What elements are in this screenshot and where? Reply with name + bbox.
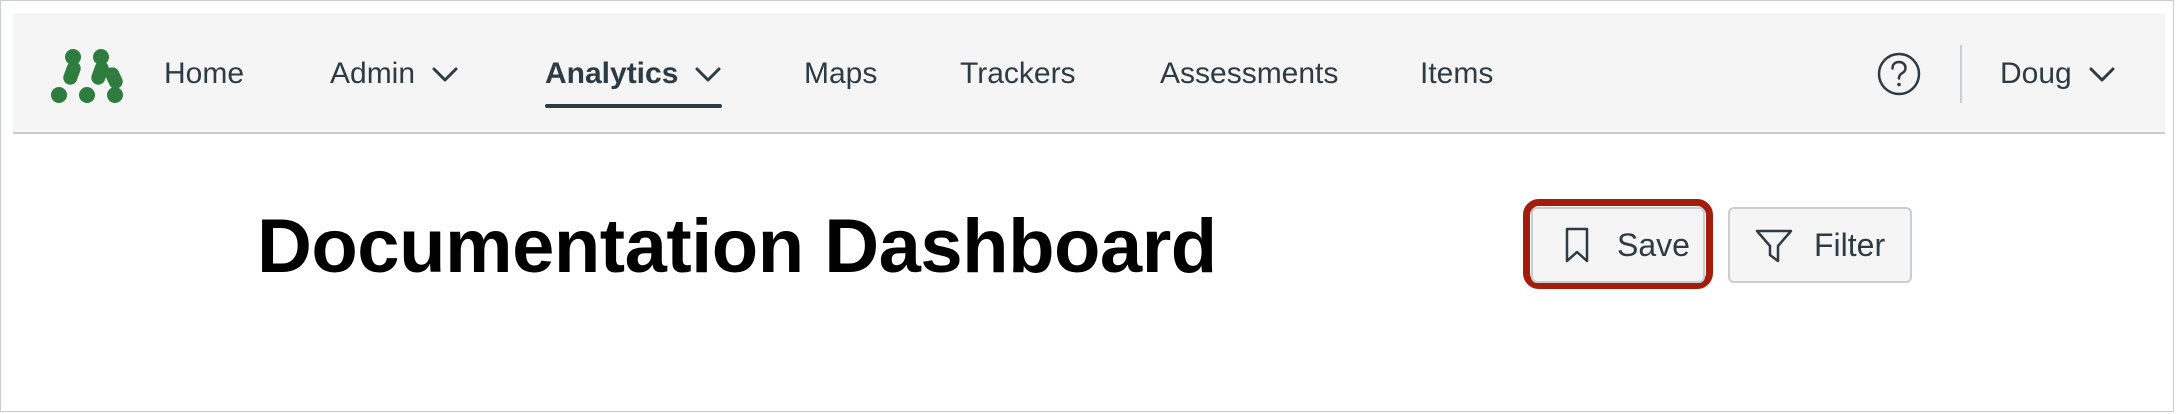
nav-item-maps[interactable]: Maps	[804, 13, 877, 134]
nav-item-analytics[interactable]: Analytics	[545, 13, 723, 134]
nav-item-assessments[interactable]: Assessments	[1160, 13, 1338, 134]
nav-item-label: Items	[1420, 56, 1494, 90]
nav-item-admin[interactable]: Admin	[330, 13, 459, 134]
chevron-down-icon	[432, 67, 458, 81]
filter-button-label: Filter	[1814, 226, 1886, 263]
chevron-down-icon	[2089, 67, 2115, 81]
funnel-icon	[1755, 229, 1793, 263]
nav-item-label: Trackers	[960, 56, 1076, 90]
nav-item-label: Admin	[330, 56, 416, 90]
active-tab-indicator	[545, 104, 723, 108]
brand-logo-icon[interactable]	[47, 47, 137, 107]
nav-item-trackers[interactable]: Trackers	[960, 13, 1076, 134]
save-button-label: Save	[1617, 226, 1690, 263]
app-window: Home Admin Analytics Maps Trackers Asses…	[0, 0, 2174, 412]
help-icon[interactable]	[1876, 51, 1922, 97]
nav-item-home[interactable]: Home	[164, 13, 244, 134]
nav-divider	[1960, 45, 1962, 103]
top-navigation-bar: Home Admin Analytics Maps Trackers Asses…	[13, 13, 2165, 134]
page-title: Documentation Dashboard	[257, 204, 1217, 289]
chevron-down-icon	[695, 67, 721, 81]
nav-item-label: Assessments	[1160, 56, 1339, 90]
user-menu-label: Doug	[2000, 56, 2072, 90]
nav-item-label: Analytics	[545, 56, 679, 90]
nav-item-label: Maps	[804, 56, 878, 90]
filter-button[interactable]: Filter	[1728, 207, 1912, 283]
nav-item-label: Home	[164, 56, 245, 90]
bookmark-icon	[1565, 227, 1589, 263]
nav-item-items[interactable]: Items	[1420, 13, 1493, 134]
user-menu[interactable]: Doug	[2000, 13, 2116, 134]
save-button[interactable]: Save	[1531, 207, 1705, 283]
